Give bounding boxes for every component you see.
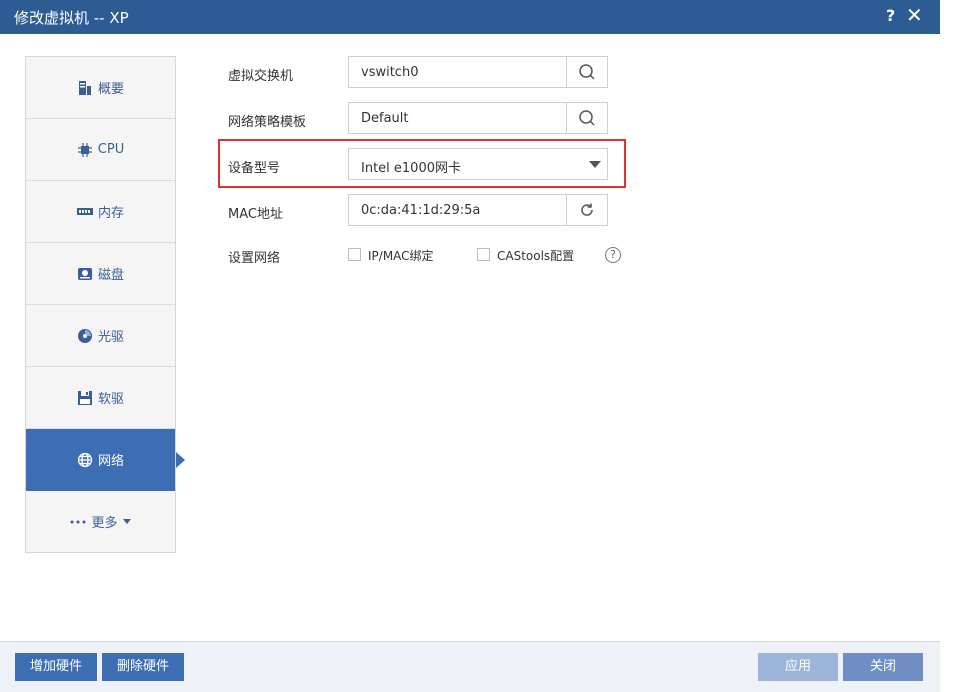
- mac-field[interactable]: 0c:da:41:1d:29:5a: [348, 194, 608, 226]
- search-icon: [579, 110, 595, 126]
- policy-search-button[interactable]: [566, 103, 607, 133]
- ipmac-checkbox[interactable]: [348, 248, 361, 261]
- dropdown-caret-icon: [589, 161, 601, 168]
- apply-button[interactable]: 应用: [758, 653, 838, 681]
- castools-label: CAStools配置: [497, 249, 575, 263]
- hardware-sidebar: 概要 CPU 内存 磁盘 光驱 软驱 网络 更多: [25, 56, 185, 553]
- sidebar-item-label: 磁盘: [97, 268, 124, 283]
- sidebar-item-cdrom[interactable]: 光驱: [26, 305, 175, 367]
- vswitch-label: 虚拟交换机: [228, 69, 294, 84]
- ipmac-label: IP/MAC绑定: [368, 249, 434, 263]
- add-hardware-button[interactable]: 增加硬件: [15, 653, 97, 681]
- mac-refresh-button[interactable]: [566, 195, 607, 225]
- window-edge: [940, 0, 953, 691]
- more-dots-icon: [70, 514, 86, 530]
- cpu-icon: [77, 142, 93, 158]
- sidebar-item-disk[interactable]: 磁盘: [26, 243, 175, 305]
- close-icon[interactable]: ✕: [906, 4, 923, 26]
- chevron-down-icon: [122, 514, 131, 530]
- policy-label: 网络策略模板: [228, 115, 307, 130]
- sidebar-item-cpu[interactable]: CPU: [26, 119, 175, 181]
- dialog-footer: 增加硬件 删除硬件 应用 关闭: [0, 641, 940, 692]
- policy-field[interactable]: Default: [348, 102, 608, 134]
- cdrom-icon: [77, 328, 93, 344]
- search-icon: [579, 64, 595, 80]
- device-value: Intel e1000网卡: [361, 161, 461, 176]
- sidebar-item-label: 更多: [91, 516, 118, 531]
- castools-checkbox[interactable]: [477, 248, 490, 261]
- policy-value: Default: [361, 111, 409, 126]
- device-label: 设备型号: [228, 161, 281, 176]
- sidebar-item-label: CPU: [97, 142, 125, 157]
- remove-hardware-button[interactable]: 删除硬件: [102, 653, 184, 681]
- sidebar-item-memory[interactable]: 内存: [26, 181, 175, 243]
- vswitch-field[interactable]: vswitch0: [348, 56, 608, 88]
- disk-icon: [77, 266, 93, 282]
- sidebar-item-floppy[interactable]: 软驱: [26, 367, 175, 429]
- window-title: 修改虚拟机 -- XP: [14, 9, 129, 27]
- sidebar-item-summary[interactable]: 概要: [26, 57, 175, 119]
- device-select[interactable]: Intel e1000网卡: [348, 148, 608, 180]
- sidebar-item-label: 概要: [97, 82, 124, 97]
- sidebar-item-more[interactable]: 更多: [26, 491, 175, 552]
- help-icon[interactable]: ?: [605, 247, 621, 263]
- title-bar: 修改虚拟机 -- XP ? ✕: [0, 0, 940, 34]
- sidebar-item-label: 光驱: [97, 330, 124, 345]
- network-settings-label: 设置网络: [228, 251, 281, 266]
- floppy-icon: [77, 390, 93, 406]
- refresh-icon: [581, 203, 593, 216]
- close-button[interactable]: 关闭: [843, 653, 923, 681]
- sidebar-item-label: 软驱: [97, 392, 124, 407]
- mac-value: 0c:da:41:1d:29:5a: [361, 203, 481, 218]
- globe-icon: [77, 452, 93, 468]
- sidebar-item-label: 网络: [97, 454, 124, 469]
- memory-icon: [76, 204, 93, 220]
- vswitch-search-button[interactable]: [566, 57, 607, 87]
- sidebar-item-network[interactable]: 网络: [26, 429, 185, 491]
- vswitch-value: vswitch0: [361, 65, 419, 80]
- active-pointer: [176, 452, 185, 468]
- help-button[interactable]: ?: [886, 6, 895, 25]
- mac-label: MAC地址: [228, 207, 283, 222]
- sidebar-item-label: 内存: [97, 206, 124, 221]
- summary-icon: [77, 80, 93, 96]
